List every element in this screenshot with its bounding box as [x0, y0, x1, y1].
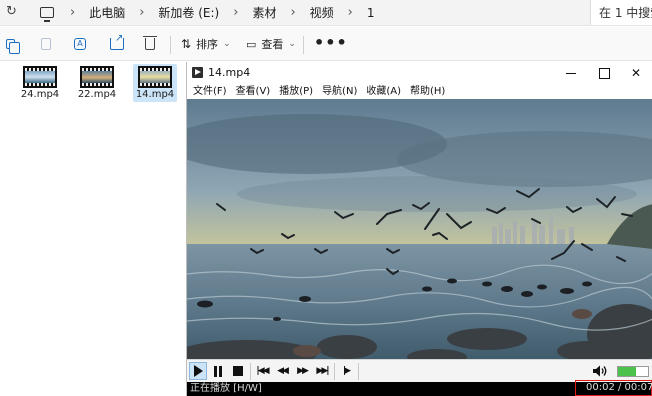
- pause-button[interactable]: [209, 362, 227, 380]
- maximize-button[interactable]: [587, 62, 621, 84]
- view-button[interactable]: ▭ 查看 ⌄: [246, 35, 296, 53]
- status-bar: 正在播放 [H/W] 00:02 / 00:07: [187, 380, 652, 396]
- file-list: 24.mp4 22.mp4 14.mp4: [0, 62, 186, 396]
- player-title-bar[interactable]: 14.mp4 ✕: [187, 62, 652, 84]
- breadcrumb: › 此电脑 › 新加卷 (E:) › 素材 › 视频 › 1: [40, 4, 389, 22]
- divider: [250, 363, 251, 380]
- chevron-right-icon: ›: [70, 5, 76, 20]
- share-icon: [110, 33, 124, 50]
- computer-icon[interactable]: [40, 7, 54, 22]
- view-label: 查看: [261, 38, 284, 51]
- sort-button[interactable]: ⇅ 排序 ⌄: [181, 35, 231, 53]
- menu-navigate[interactable]: 导航(N): [322, 84, 357, 99]
- video-thumbnail: [138, 66, 172, 88]
- chevron-right-icon: ›: [233, 5, 239, 20]
- command-bar: A ⇅ 排序 ⌄ ▭ 查看 ⌄ •••: [0, 27, 652, 61]
- video-frame[interactable]: [187, 99, 652, 361]
- play-button[interactable]: [189, 362, 207, 380]
- sort-icon: ⇅: [181, 37, 192, 51]
- next-button[interactable]: ▶▶|: [313, 362, 331, 380]
- speaker-icon[interactable]: [592, 364, 608, 378]
- player-title: 14.mp4: [208, 66, 251, 79]
- breadcrumb-drive-e[interactable]: 新加卷 (E:): [158, 4, 219, 21]
- fast-forward-button[interactable]: ▶▶: [293, 362, 311, 380]
- divider: [358, 363, 359, 380]
- divider: [170, 36, 171, 54]
- chevron-down-icon: ⌄: [223, 39, 231, 49]
- copy-button[interactable]: [6, 35, 20, 54]
- delete-button[interactable]: [143, 35, 157, 53]
- rename-icon: A: [74, 38, 86, 50]
- player-app-icon: [192, 67, 203, 78]
- file-item-24[interactable]: 24.mp4: [18, 64, 62, 102]
- breadcrumb-video[interactable]: 视频: [310, 4, 334, 21]
- menu-view[interactable]: 查看(V): [236, 84, 271, 99]
- rewind-icon: ◀◀: [277, 366, 289, 376]
- video-scene: [187, 99, 652, 361]
- pause-icon: [214, 365, 222, 377]
- skip-previous-icon: |◀◀: [256, 366, 269, 376]
- file-name: 24.mp4: [20, 89, 60, 100]
- player-menu-bar: 文件(F) 查看(V) 播放(P) 导航(N) 收藏(A) 帮助(H): [187, 84, 652, 99]
- previous-button[interactable]: |◀◀: [253, 362, 271, 380]
- chevron-right-icon: ›: [139, 5, 145, 20]
- menu-file[interactable]: 文件(F): [193, 84, 227, 99]
- paste-button[interactable]: [41, 35, 51, 53]
- divider: [303, 36, 304, 54]
- chevron-down-icon: ⌄: [288, 39, 296, 49]
- frame-step-icon: |▶: [342, 366, 351, 376]
- file-item-22[interactable]: 22.mp4: [75, 64, 119, 102]
- time-display: 00:02 / 00:07: [575, 380, 652, 396]
- rename-button[interactable]: A: [74, 35, 86, 53]
- divider: [334, 363, 335, 380]
- view-icon: ▭: [246, 37, 257, 51]
- more-options-button[interactable]: •••: [314, 33, 348, 52]
- file-name: 14.mp4: [135, 89, 175, 100]
- copy-icon: [6, 39, 20, 54]
- close-button[interactable]: ✕: [619, 62, 652, 84]
- share-button[interactable]: [110, 33, 124, 53]
- frame-step-button[interactable]: |▶: [337, 362, 355, 380]
- volume-level: [618, 367, 636, 376]
- menu-help[interactable]: 帮助(H): [410, 84, 445, 99]
- breadcrumb-folder-1[interactable]: 1: [367, 6, 375, 20]
- search-input[interactable]: 在 1 中搜索: [590, 0, 652, 25]
- stop-button[interactable]: [229, 362, 247, 380]
- status-text: 正在播放 [H/W]: [190, 383, 262, 394]
- paste-icon: [41, 38, 51, 50]
- video-thumbnail: [23, 66, 57, 88]
- skip-next-icon: ▶▶|: [316, 366, 329, 376]
- sort-label: 排序: [196, 38, 219, 51]
- rewind-button[interactable]: ◀◀: [273, 362, 291, 380]
- volume-slider[interactable]: [617, 366, 649, 377]
- file-item-14[interactable]: 14.mp4: [133, 64, 177, 102]
- menu-favorites[interactable]: 收藏(A): [366, 84, 401, 99]
- trash-icon: [143, 36, 157, 50]
- refresh-icon[interactable]: ↻: [6, 4, 17, 19]
- stop-icon: [233, 366, 243, 376]
- file-name: 22.mp4: [77, 89, 117, 100]
- fast-forward-icon: ▶▶: [297, 366, 309, 376]
- menu-play[interactable]: 播放(P): [279, 84, 313, 99]
- media-player-window: 14.mp4 ✕ 文件(F) 查看(V) 播放(P) 导航(N) 收藏(A) 帮…: [186, 62, 652, 396]
- minimize-button[interactable]: [554, 62, 588, 84]
- breadcrumb-this-pc[interactable]: 此电脑: [89, 4, 125, 21]
- breadcrumb-material[interactable]: 素材: [252, 4, 276, 21]
- chevron-right-icon: ›: [290, 5, 296, 20]
- play-icon: [193, 365, 203, 377]
- address-bar: ↻ › 此电脑 › 新加卷 (E:) › 素材 › 视频 › 1 在 1 中搜索: [0, 0, 652, 26]
- video-thumbnail: [80, 66, 114, 88]
- playback-controls: |◀◀ ◀◀ ▶▶ ▶▶| |▶: [187, 359, 652, 382]
- chevron-right-icon: ›: [347, 5, 353, 20]
